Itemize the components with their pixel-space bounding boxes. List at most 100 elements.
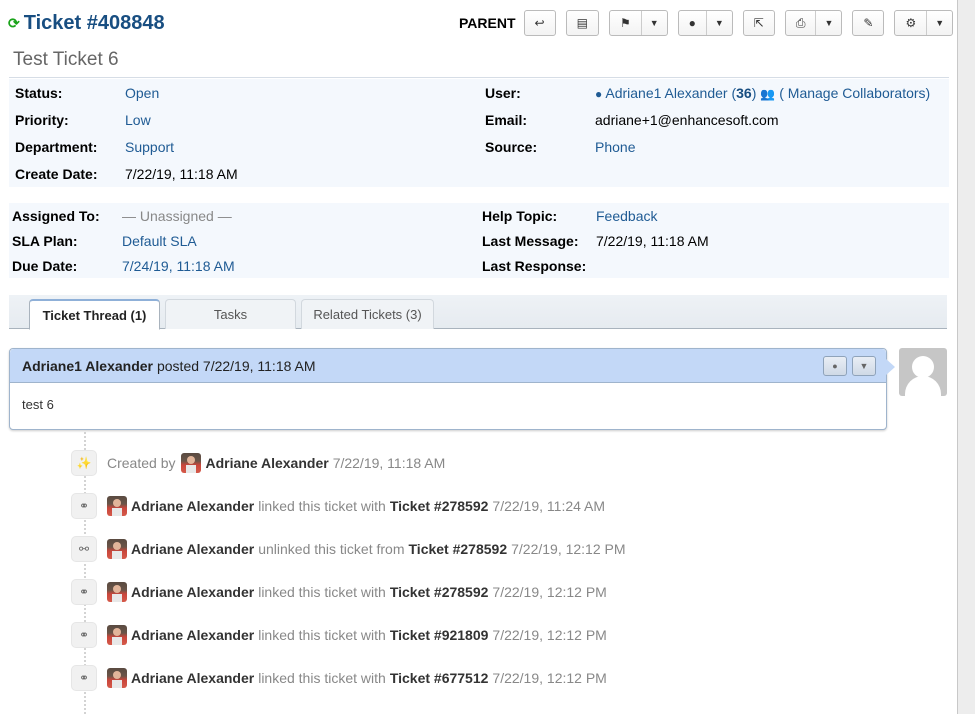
timeline-event: ⚭ Adriane Alexander linked this ticket w… bbox=[71, 493, 605, 519]
users-icon: 👥 bbox=[760, 86, 776, 101]
print-button[interactable]: ⎙ ▼ bbox=[784, 10, 843, 36]
help-topic-label: Help Topic: bbox=[482, 207, 558, 224]
timeline-event: ⚯ Adriane Alexander unlinked this ticket… bbox=[71, 536, 626, 562]
link-icon: ⚭ bbox=[71, 622, 97, 648]
thread-body: test 6 bbox=[22, 397, 54, 412]
sla-plan-row: SLA Plan: Default SLA bbox=[12, 228, 235, 253]
event-ticket-link[interactable]: Ticket #677512 bbox=[390, 670, 489, 686]
info-left-column: Status: Open Priority: Low Department: S… bbox=[15, 79, 238, 187]
help-topic-row: Help Topic: Feedback bbox=[482, 203, 709, 228]
email-row: Email: adriane+1@enhancesoft.com bbox=[485, 106, 930, 133]
chevron-down-icon[interactable]: ▼ bbox=[926, 11, 952, 35]
user-avatar bbox=[107, 668, 127, 688]
event-date: 7/22/19, 11:18 AM bbox=[332, 455, 446, 471]
refresh-icon[interactable]: ⟳ bbox=[8, 15, 20, 32]
thread-posted-date: posted 7/22/19, 11:18 AM bbox=[156, 357, 316, 374]
magic-wand-icon: ✨ bbox=[71, 450, 97, 476]
source-value[interactable]: Phone bbox=[595, 139, 635, 155]
page-scrollbar[interactable] bbox=[957, 0, 975, 714]
assign-button[interactable]: ● ▼ bbox=[677, 10, 733, 36]
event-date: 7/22/19, 12:12 PM bbox=[511, 541, 626, 557]
edit-icon: ✎ bbox=[863, 16, 874, 30]
divider bbox=[9, 77, 949, 78]
priority-value[interactable]: Low bbox=[125, 112, 151, 128]
chevron-down-icon[interactable]: ▼ bbox=[705, 11, 732, 35]
assigned-to-value[interactable]: — Unassigned — bbox=[122, 208, 232, 224]
assigned-to-row: Assigned To: — Unassigned — bbox=[12, 203, 235, 228]
reply-button[interactable]: ↩ bbox=[523, 10, 556, 36]
event-ticket-link[interactable]: Ticket #278592 bbox=[390, 584, 489, 600]
department-label: Department: bbox=[15, 138, 98, 155]
event-ticket-link[interactable]: Ticket #278592 bbox=[390, 498, 489, 514]
tab-ticket-thread[interactable]: Ticket Thread (1) bbox=[29, 299, 160, 330]
chevron-down-icon[interactable]: ▼ bbox=[640, 11, 667, 35]
link-icon: ⚭ bbox=[71, 579, 97, 605]
priority-row: Priority: Low bbox=[15, 106, 238, 133]
ticket-title[interactable]: Ticket #408848 bbox=[24, 12, 165, 35]
ticket-info-bottom: Assigned To: — Unassigned — SLA Plan: De… bbox=[9, 203, 949, 278]
event-user[interactable]: Adriane Alexander bbox=[131, 541, 254, 557]
settings-button[interactable]: ⚙ ▼ bbox=[894, 10, 954, 36]
flag-icon: ⚑ bbox=[619, 16, 631, 30]
tab-tasks[interactable]: Tasks bbox=[165, 299, 296, 329]
due-date-value[interactable]: 7/24/19, 11:18 AM bbox=[122, 258, 235, 274]
help-topic-value[interactable]: Feedback bbox=[596, 208, 657, 224]
event-action: linked this ticket with bbox=[258, 584, 386, 600]
event-date: 7/22/19, 12:12 PM bbox=[492, 584, 607, 600]
status-value[interactable]: Open bbox=[125, 85, 159, 101]
user-icon: ● bbox=[832, 361, 838, 371]
event-ticket-link[interactable]: Ticket #278592 bbox=[409, 541, 508, 557]
thread-entry: Adriane1 Alexander posted 7/22/19, 11:18… bbox=[9, 348, 895, 430]
event-user[interactable]: Adriane Alexander bbox=[205, 455, 328, 471]
user-info-button[interactable]: ● bbox=[823, 356, 847, 376]
print-icon: ⎙ bbox=[795, 15, 806, 30]
ticket-tabs: Ticket Thread (1) Tasks Related Tickets … bbox=[9, 295, 947, 330]
event-action: unlinked this ticket from bbox=[258, 541, 405, 557]
thread-options-button[interactable]: ▼ bbox=[852, 356, 876, 376]
event-user[interactable]: Adriane Alexander bbox=[131, 584, 254, 600]
last-response-label: Last Response: bbox=[482, 257, 587, 274]
thread-entry-header: Adriane1 Alexander posted 7/22/19, 11:18… bbox=[10, 349, 886, 383]
event-action: linked this ticket with bbox=[258, 498, 386, 514]
last-message-row: Last Message: 7/22/19, 11:18 AM bbox=[482, 228, 709, 253]
gear-icon: ⚙ bbox=[905, 16, 917, 30]
event-user[interactable]: Adriane Alexander bbox=[131, 627, 254, 643]
user-ticket-count: 36 bbox=[736, 84, 752, 101]
timeline-event: ⚭ Adriane Alexander linked this ticket w… bbox=[71, 579, 607, 605]
print-pdf-button[interactable]: ▤ bbox=[565, 10, 599, 36]
create-date-row: Create Date: 7/22/19, 11:18 AM bbox=[15, 160, 238, 187]
user-name: Adriane1 Alexander bbox=[605, 84, 728, 101]
event-ticket-link[interactable]: Ticket #921809 bbox=[390, 627, 489, 643]
event-user[interactable]: Adriane Alexander bbox=[131, 670, 254, 686]
ticket-info-top: Status: Open Priority: Low Department: S… bbox=[9, 79, 949, 187]
event-user[interactable]: Adriane Alexander bbox=[131, 498, 254, 514]
user-avatar bbox=[181, 453, 202, 473]
info-left-column: Assigned To: — Unassigned — SLA Plan: De… bbox=[12, 203, 235, 278]
sla-plan-value[interactable]: Default SLA bbox=[122, 233, 197, 249]
user-avatar bbox=[107, 496, 127, 516]
thread-author: Adriane1 Alexander bbox=[22, 357, 153, 374]
email-value: adriane+1@enhancesoft.com bbox=[595, 111, 779, 128]
info-right-column: Help Topic: Feedback Last Message: 7/22/… bbox=[482, 203, 709, 278]
link-icon: ⚭ bbox=[71, 493, 97, 519]
parent-label: PARENT bbox=[459, 15, 516, 31]
chevron-down-icon[interactable]: ▼ bbox=[815, 11, 841, 35]
user-row: User: ● Adriane1 Alexander (36) 👥 ( Mana… bbox=[485, 79, 930, 106]
transfer-button[interactable]: ⇱ bbox=[742, 10, 775, 36]
event-prefix: Created by bbox=[107, 455, 176, 471]
share-icon: ⇱ bbox=[753, 16, 764, 30]
priority-label: Priority: bbox=[15, 111, 69, 128]
edit-button[interactable]: ✎ bbox=[852, 10, 885, 36]
user-link[interactable]: ● Adriane1 Alexander (36) bbox=[595, 85, 756, 101]
event-action: linked this ticket with bbox=[258, 670, 386, 686]
timeline-event: ✨ Created by Adriane Alexander 7/22/19, … bbox=[71, 450, 445, 476]
manage-collaborators-link[interactable]: 👥 ( Manage Collaborators) bbox=[760, 85, 930, 101]
assigned-to-label: Assigned To: bbox=[12, 207, 100, 224]
source-row: Source: Phone bbox=[485, 133, 930, 160]
last-message-label: Last Message: bbox=[482, 232, 579, 249]
tab-related-tickets[interactable]: Related Tickets (3) bbox=[301, 299, 434, 329]
department-value[interactable]: Support bbox=[125, 139, 174, 155]
create-date-value: 7/22/19, 11:18 AM bbox=[125, 165, 238, 182]
user-avatar bbox=[107, 625, 127, 645]
flag-button[interactable]: ⚑ ▼ bbox=[608, 10, 668, 36]
